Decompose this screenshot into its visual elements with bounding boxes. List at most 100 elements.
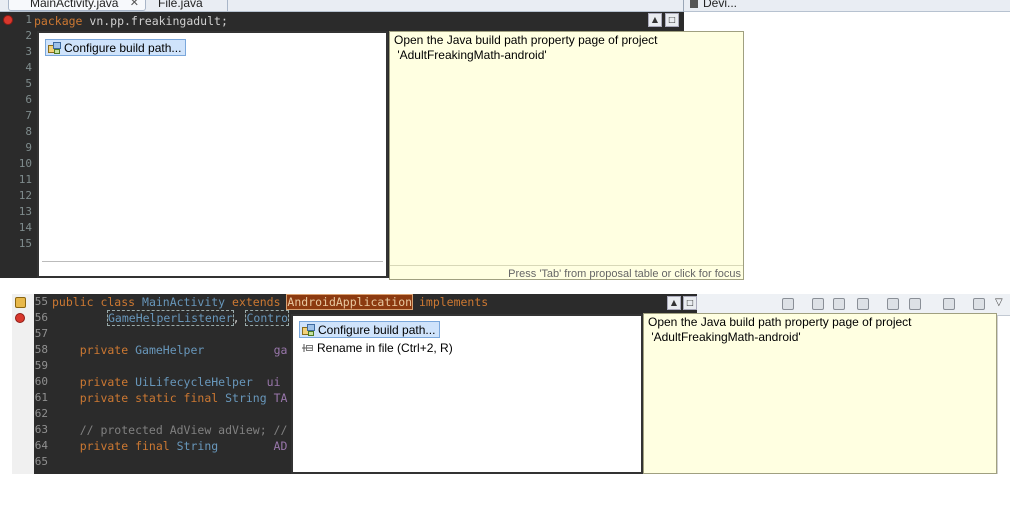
line-number: 8 (25, 125, 32, 138)
tab-file-java[interactable]: File.java (150, 0, 228, 11)
proposal-label: Rename in file (Ctrl+2, R) (317, 341, 453, 355)
line-number: 62 (34, 407, 48, 420)
line-number: 60 (34, 375, 48, 388)
tab-main-activity[interactable]: MainActivity.java ✕ (8, 0, 146, 11)
info-text-line: 'AdultFreakingMath-android' (648, 330, 801, 344)
focus-hint[interactable]: Press 'Tab' from proposal table or click… (508, 267, 741, 282)
code-line: private UiLifecycleHelper ui (52, 374, 281, 390)
info-text-line: Open the Java build path property page o… (648, 315, 912, 329)
proposal-rename-in-file[interactable]: Rename in file (Ctrl+2, R) (299, 340, 457, 357)
line-number: 10 (18, 157, 32, 170)
screen-capture-icon[interactable] (973, 298, 985, 310)
keyword-token: package (34, 14, 83, 28)
dump-view-icon[interactable] (943, 298, 955, 310)
line-number: 6 (25, 93, 32, 106)
line-number: 1 (25, 13, 32, 26)
field-token: TA (266, 391, 288, 405)
line-number: 61 (34, 391, 48, 404)
editor-scroll-controls: ▲ □ (648, 13, 680, 27)
keyword-token: private final (52, 439, 177, 453)
line-number: 56 (34, 311, 48, 324)
line-number: 7 (25, 109, 32, 122)
devices-view-body (997, 316, 1010, 474)
close-icon[interactable]: ✕ (130, 0, 139, 11)
keyword-token: public class (52, 295, 143, 309)
proposal-info-panel: Open the Java build path property page o… (643, 313, 997, 474)
keyword-token: extends (225, 295, 288, 309)
code-line: private static final String TA (52, 390, 288, 406)
scroll-up-icon[interactable]: ▲ (667, 296, 681, 310)
keyword-token: private (52, 343, 136, 357)
heap-icon[interactable] (812, 298, 824, 310)
package-name: vn.pp.freakingadult; (82, 14, 228, 28)
line-number: 55 (34, 295, 48, 308)
error-marker-icon[interactable] (3, 15, 13, 25)
line-number: 63 (34, 423, 48, 436)
devices-view-header: Devi... (684, 0, 1010, 12)
line-number: 64 (34, 439, 48, 452)
line-number: 59 (34, 359, 48, 372)
line-number: 4 (25, 61, 32, 74)
proposal-configure-build-path[interactable]: Configure build path... (299, 321, 441, 338)
gc-icon[interactable] (857, 298, 869, 310)
line-number: 9 (25, 141, 32, 154)
line-number: 58 (34, 343, 48, 356)
line-number: 65 (34, 455, 48, 468)
line-number-gutter: 1 2 3 4 5 6 7 8 9 10 11 12 13 14 15 (0, 12, 34, 278)
editor-tab-bar: MainActivity.java ✕ File.java (0, 0, 745, 12)
line-number: 3 (25, 45, 32, 58)
error-highlighted-type[interactable]: AndroidApplication (286, 294, 414, 310)
proposal-configure-build-path[interactable]: Configure build path... (45, 39, 187, 56)
line-number: 12 (18, 189, 32, 202)
code-line: public class MainActivity extends Androi… (52, 294, 488, 310)
error-marker-icon[interactable] (15, 313, 25, 323)
interface-token[interactable]: Contro (245, 310, 290, 326)
editor-scroll-controls: ▲ □ (667, 296, 697, 310)
info-text-line: 'AdultFreakingMath-android' (394, 48, 547, 62)
threads-icon[interactable] (833, 298, 845, 310)
proposal-list[interactable]: Configure build path... Rename in file (… (291, 314, 643, 474)
info-divider (390, 265, 743, 266)
line-number: 14 (18, 221, 32, 234)
comment-token: // protected AdView adView; // (52, 423, 288, 437)
maximize-icon[interactable]: □ (683, 296, 697, 310)
code-line: private GameHelper ga (52, 342, 288, 358)
code-line: private final String AD (52, 438, 288, 454)
proposal-list[interactable]: Configure build path... (37, 31, 388, 278)
line-number: 5 (25, 77, 32, 90)
keyword-token: implements (412, 295, 489, 309)
interface-token[interactable]: GameHelperListener (107, 310, 234, 326)
maximize-icon[interactable]: □ (665, 13, 679, 27)
rename-icon (302, 344, 313, 352)
list-divider (42, 261, 383, 262)
debug-icon[interactable] (782, 298, 794, 310)
class-name-token: MainActivity (142, 295, 226, 309)
devices-icon (690, 0, 698, 8)
field-token: ui (252, 375, 281, 389)
build-path-icon (302, 324, 315, 336)
method-profiling-icon[interactable] (887, 298, 899, 310)
code-line: GameHelperListener, Contro (52, 310, 290, 326)
field-token: ga (204, 343, 288, 357)
warning-marker-icon[interactable] (15, 297, 26, 308)
code-line: package vn.pp.freakingadult; (34, 13, 228, 29)
stop-process-icon[interactable] (909, 298, 921, 310)
scroll-up-icon[interactable]: ▲ (648, 13, 662, 27)
line-number: 57 (34, 327, 48, 340)
tab-devices[interactable]: Devi... (690, 0, 737, 11)
type-token: UiLifecycleHelper (135, 375, 253, 389)
type-token: String (176, 439, 219, 453)
proposal-label: Configure build path... (64, 41, 182, 55)
tab-label: File.java (158, 0, 203, 10)
punctuation-token: , (232, 311, 247, 325)
info-text-line: Open the Java build path property page o… (394, 33, 658, 47)
build-path-icon (48, 42, 61, 54)
line-number: 2 (25, 29, 32, 42)
keyword-token: private (52, 375, 136, 389)
proposal-info-panel: Open the Java build path property page o… (389, 31, 744, 280)
view-menu-icon[interactable]: ▽ (995, 297, 1003, 308)
line-number: 15 (18, 237, 32, 250)
type-token: GameHelper (135, 343, 205, 357)
field-token: AD (218, 439, 288, 453)
line-number: 11 (18, 173, 32, 186)
